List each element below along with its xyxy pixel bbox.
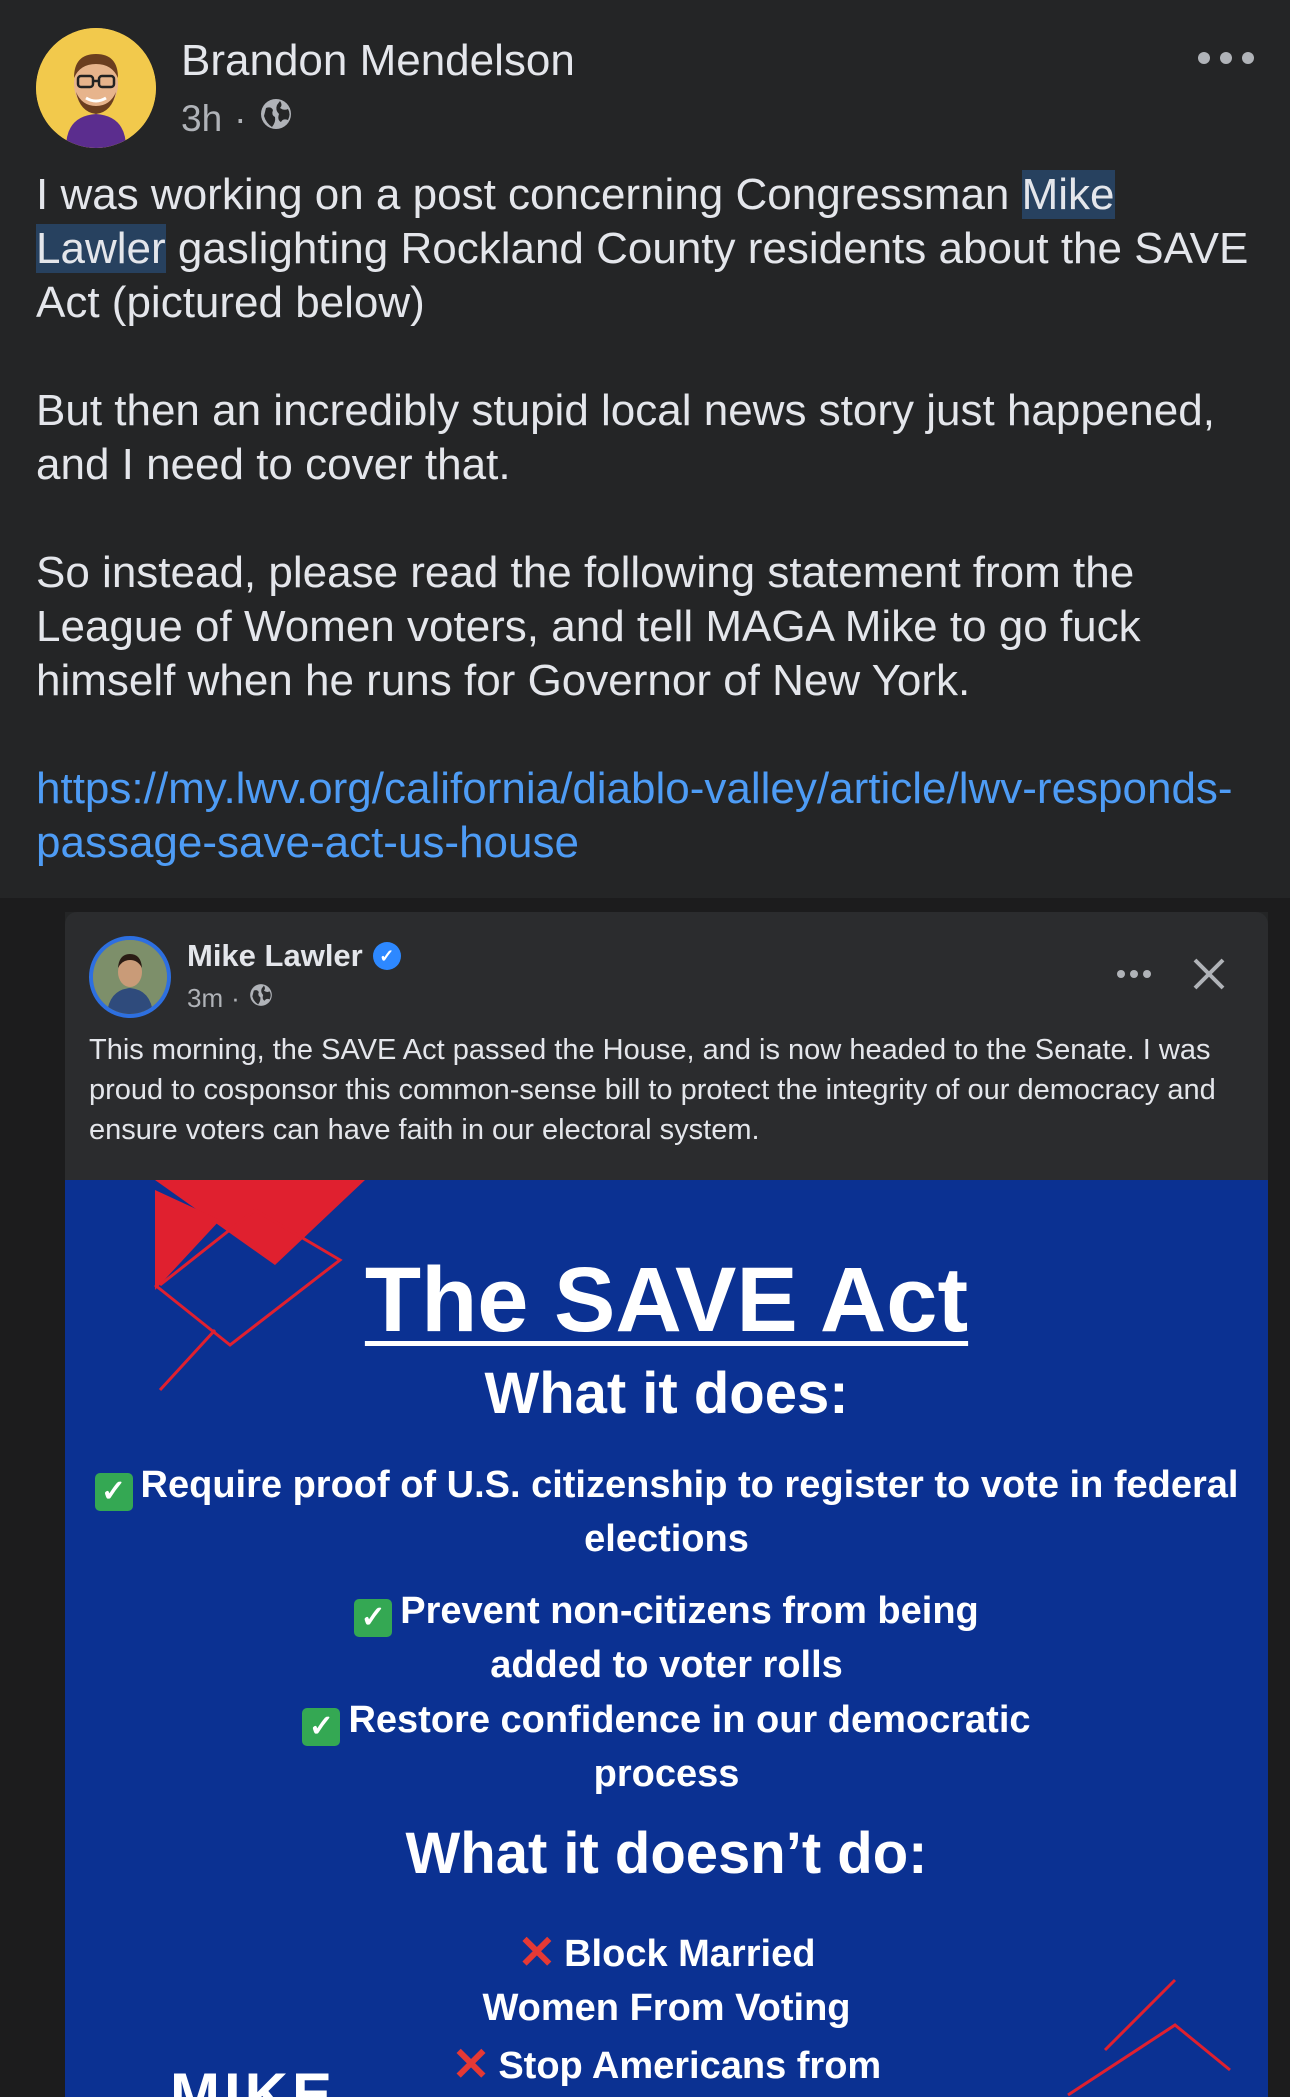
campaign-logo: MIKE	[170, 2061, 336, 2097]
shared-more-icon	[1117, 970, 1151, 980]
does-item-text: Require proof of U.S. citizenship to reg…	[140, 1464, 1239, 1560]
author-name[interactable]: Brandon Mendelson	[181, 36, 575, 86]
meta-separator: ·	[231, 983, 240, 1013]
does-item: ✓ Require proof of U.S. citizenship to re…	[65, 1458, 1268, 1566]
media-gutter	[0, 898, 1290, 912]
text-segment: gaslighting Rockland County residents ab…	[36, 224, 1249, 327]
post-paragraph-1: I was working on a post concerning Congr…	[36, 168, 1256, 330]
doesnt-heading: What it doesn’t do:	[405, 1821, 928, 1886]
graphic-title: The SAVE Act	[65, 1248, 1268, 1353]
dot	[1198, 52, 1210, 64]
shared-author-avatar	[89, 936, 171, 1018]
does-item-text: Prevent non-citizens from being added to…	[400, 1590, 979, 1686]
shared-post-image[interactable]: Mike Lawler ✓ 3m · This morning, the SAV…	[65, 912, 1268, 2097]
doesnt-item-text: Stop Americans from	[498, 2045, 882, 2087]
shared-author-name: Mike Lawler	[187, 938, 363, 973]
cross-icon: ✕	[517, 1926, 557, 1978]
dot	[1242, 52, 1254, 64]
post-link[interactable]: https://my.lwv.org/california/diablo-val…	[36, 762, 1256, 870]
graphic-title-text: The SAVE Act	[364, 1249, 969, 1351]
shared-author: Mike Lawler ✓	[187, 938, 401, 974]
doesnt-item: ✕ Block Married Women From Voting	[65, 1925, 1268, 2035]
post-paragraph-2: But then an incredibly stupid local news…	[36, 386, 1215, 489]
more-options-button[interactable]	[1198, 38, 1254, 78]
post-time[interactable]: 3h	[181, 98, 222, 140]
check-icon: ✓	[354, 1599, 393, 1637]
dot	[1143, 970, 1151, 978]
post-body: I was working on a post concerning Congr…	[36, 168, 1256, 924]
does-heading: What it does:	[484, 1361, 849, 1426]
post-paragraph-3: So instead, please read the following st…	[36, 548, 1141, 705]
media-gutter	[1268, 898, 1290, 2097]
shared-post-text: This morning, the SAVE Act passed the Ho…	[89, 1034, 1216, 1146]
shared-close-icon	[1187, 952, 1231, 996]
meta-separator: ·	[234, 97, 247, 139]
check-icon: ✓	[94, 1473, 133, 1511]
text-segment: I was working on a post concerning Congr…	[36, 170, 1022, 219]
shared-time: 3m	[187, 983, 224, 1013]
save-act-graphic: The SAVE Act What it does: ✓ Require proo…	[65, 1180, 1268, 2097]
shared-meta: 3m ·	[187, 982, 274, 1015]
post-header: Brandon Mendelson 3h ·	[36, 28, 1254, 148]
verified-badge-icon: ✓	[372, 942, 401, 970]
does-item: ✓ Restore confidence in our democratic pr…	[65, 1693, 1268, 1801]
globe-icon	[248, 982, 274, 1015]
does-item: ✓ Prevent non-citizens from being added t…	[65, 1584, 1268, 1692]
dot	[1220, 52, 1232, 64]
media-gutter	[0, 898, 65, 2097]
post-meta: 3h ·	[181, 96, 294, 141]
does-item-text: Restore confidence in our democratic pro…	[348, 1699, 1031, 1795]
dot	[1130, 970, 1138, 978]
check-icon: ✓	[302, 1708, 341, 1746]
cross-icon: ✕	[451, 2038, 491, 2090]
dot	[1117, 970, 1125, 978]
globe-icon	[258, 96, 294, 141]
author-avatar[interactable]	[36, 28, 156, 148]
